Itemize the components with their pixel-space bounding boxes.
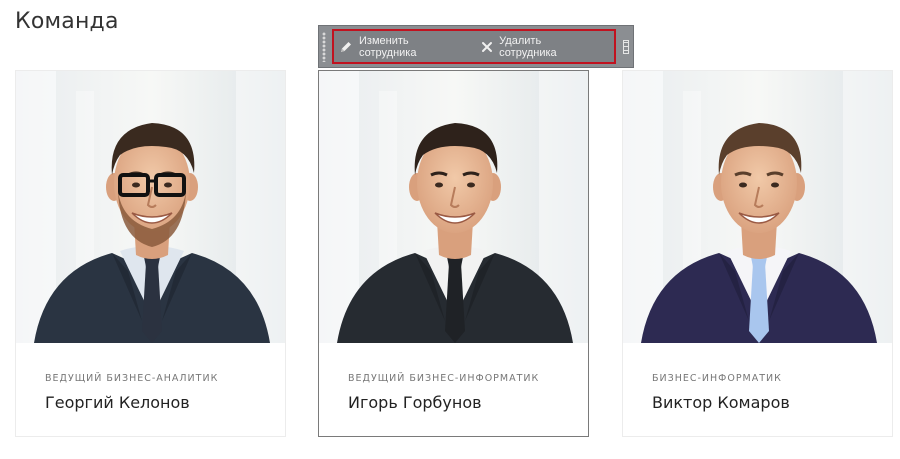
close-icon [481,41,493,53]
employee-photo [16,71,285,343]
delete-employee-label: Удалить сотрудника [499,34,557,59]
toolbar-actions: Изменить сотрудника Удалить сотрудника [332,29,616,64]
employee-edit-toolbar: Изменить сотрудника Удалить сотрудника [318,25,634,68]
page-title: Команда [15,9,119,34]
employee-photo [319,71,588,343]
edit-employee-label: Изменить сотрудника [359,34,417,59]
pencil-icon [339,40,353,54]
employee-role: Ведущий бизнес-аналитик [45,373,219,384]
delete-employee-button[interactable]: Удалить сотрудника [481,35,598,59]
employee-name: Георгий Келонов [45,393,190,412]
team-member-card[interactable]: Ведущий бизнес-аналитик Георгий Келонов [15,70,286,437]
employee-name: Игорь Горбунов [348,393,482,412]
team-member-card[interactable]: Бизнес-информатик Виктор Комаров [622,70,893,437]
edit-employee-button[interactable]: Изменить сотрудника [339,35,465,59]
employee-name: Виктор Комаров [652,393,790,412]
employee-photo [623,71,892,343]
drag-handle-icon[interactable] [322,32,326,62]
employee-role: Ведущий бизнес-информатик [348,373,540,384]
toolbar-menu-icon[interactable] [623,40,629,54]
team-member-card[interactable]: Ведущий бизнес-информатик Игорь Горбунов [318,70,589,437]
employee-role: Бизнес-информатик [652,373,782,384]
